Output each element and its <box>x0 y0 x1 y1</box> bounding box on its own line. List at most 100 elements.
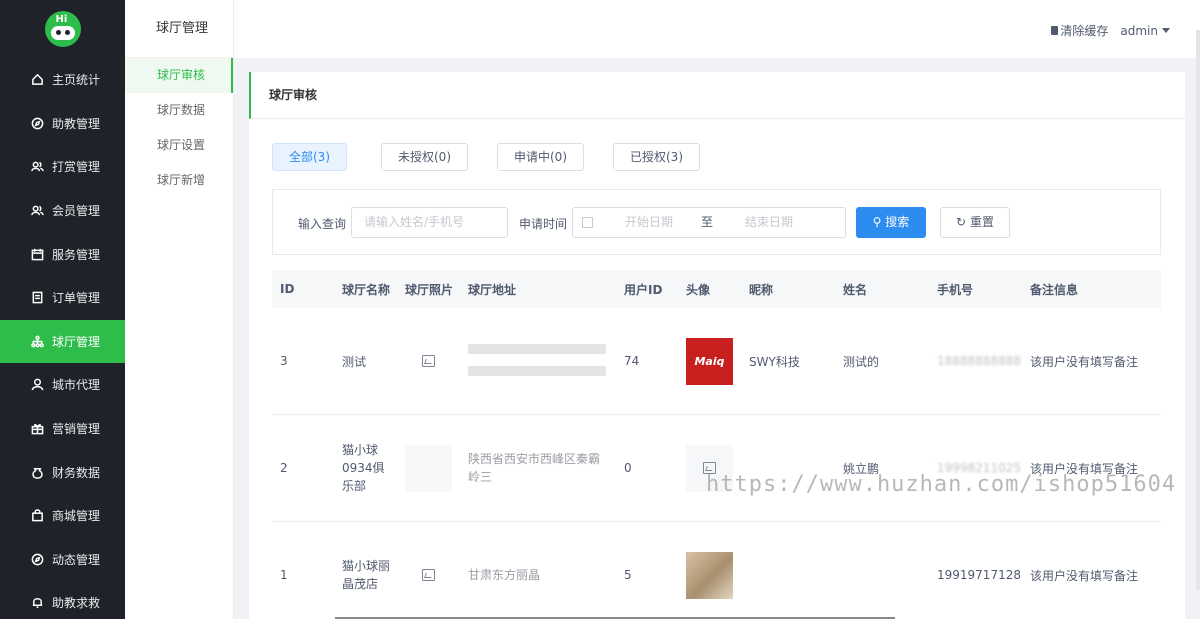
refresh-icon: ↻ <box>956 215 967 229</box>
username: admin <box>1120 23 1158 38</box>
tab-authorized[interactable]: 已授权(3) <box>613 143 700 171</box>
cell-remark: 该用户没有填写备注 <box>1030 568 1139 583</box>
table-header: ID 球厅名称 球厅照片 球厅地址 用户ID 头像 昵称 姓名 手机号 备注信息 <box>272 270 1161 308</box>
app-logo[interactable]: Hi <box>0 0 125 58</box>
table-row[interactable]: 1 猫小球丽晶茂店 甘肃东方丽晶 5 19919717128 该用户没有填写备注 <box>272 522 1161 619</box>
sidebar-item[interactable]: 打赏管理 <box>0 145 125 189</box>
date-range-picker[interactable]: 开始日期 至 结束日期 <box>572 207 846 238</box>
cell-address-blurred <box>468 344 606 376</box>
sidebar-item-label: 打赏管理 <box>52 160 101 175</box>
clear-cache-button[interactable]: 清除缓存 <box>1051 22 1108 39</box>
compass-icon <box>30 552 44 566</box>
sidebar-item-label: 会员管理 <box>52 204 101 219</box>
sidebar-item[interactable]: 主页统计 <box>0 58 125 102</box>
sidebar-item-label: 主页统计 <box>52 73 101 88</box>
users-icon <box>30 160 44 174</box>
tab-unauthorized[interactable]: 未授权(0) <box>381 143 468 171</box>
col-remark: 备注信息 <box>1030 282 1079 297</box>
sidebar-item[interactable]: 助教求救 <box>0 581 125 619</box>
sidebar-item[interactable]: 助教管理 <box>0 102 125 146</box>
cell-user-id: 0 <box>624 461 632 475</box>
subnav-item[interactable]: 球厅新增 <box>125 163 233 198</box>
compass-icon <box>30 116 44 130</box>
reset-button-label: 重置 <box>969 215 994 229</box>
sidebar-item[interactable]: 动态管理 <box>0 538 125 582</box>
sidebar-item-label: 商城管理 <box>52 509 101 524</box>
sidebar-item[interactable]: 营销管理 <box>0 407 125 451</box>
hall-table: ID 球厅名称 球厅照片 球厅地址 用户ID 头像 昵称 姓名 手机号 备注信息… <box>272 270 1161 619</box>
sidebar-item-label: 订单管理 <box>52 291 101 306</box>
start-date-placeholder: 开始日期 <box>625 215 674 229</box>
cell-phone: 18888888888 <box>937 354 1021 368</box>
sidebar-item-label: 助教管理 <box>52 116 101 131</box>
sidebar-item[interactable]: 球厅管理 <box>0 319 125 364</box>
filter-panel: 输入查询 请输入姓名/手机号 申请时间 开始日期 至 结束日期 ⚲ 搜索 ↻ 重… <box>272 189 1161 255</box>
cell-phone: 19919717128 <box>937 568 1021 582</box>
sidebar-item[interactable]: 城市代理 <box>0 363 125 407</box>
search-button-label: 搜索 <box>885 215 910 229</box>
avatar <box>686 551 733 599</box>
table-row[interactable]: 2 猫小球0934俱乐部 陕西省西安市西峰区秦霸岭三 0 姚立鹏 1999821… <box>272 415 1161 522</box>
subnav-title: 球厅管理 <box>125 0 233 58</box>
sidebar-item[interactable]: 商城管理 <box>0 494 125 538</box>
sidebar-item-label: 服务管理 <box>52 247 101 262</box>
tab-all[interactable]: 全部(3) <box>272 143 347 171</box>
time-label: 申请时间 <box>519 217 568 231</box>
subnav-item[interactable]: 球厅数据 <box>125 93 233 128</box>
subnav-item[interactable]: 球厅设置 <box>125 128 233 163</box>
col-avatar: 头像 <box>686 282 711 297</box>
subnav-item[interactable]: 球厅审核 <box>125 58 233 93</box>
moneybag-icon <box>30 465 44 479</box>
tab-applying[interactable]: 申请中(0) <box>497 143 584 171</box>
sidebar-item-label: 城市代理 <box>52 378 101 393</box>
col-user-id: 用户ID <box>624 282 663 297</box>
col-id: ID <box>280 282 295 296</box>
cell-realname: 测试的 <box>843 354 880 369</box>
subnav-list: 球厅审核 球厅数据 球厅设置 球厅新增 <box>125 58 233 198</box>
cell-user-id: 5 <box>624 568 632 582</box>
person-icon <box>30 378 44 392</box>
search-placeholder: 请输入姓名/手机号 <box>364 215 465 229</box>
cell-nickname: SWY科技 <box>749 354 800 369</box>
sub-sidebar: 球厅管理 球厅审核 球厅数据 球厅设置 球厅新增 <box>125 0 234 619</box>
caret-down-icon <box>1162 28 1170 33</box>
bag-icon <box>30 509 44 523</box>
col-name: 球厅名称 <box>342 282 391 297</box>
page-scrollbar[interactable] <box>1196 30 1200 590</box>
cell-address: 甘肃东方丽晶 <box>468 568 541 582</box>
search-button[interactable]: ⚲ 搜索 <box>856 207 926 238</box>
sidebar-item[interactable]: 服务管理 <box>0 232 125 276</box>
sidebar-item-label: 球厅管理 <box>52 334 101 349</box>
sidebar-item-label: 财务数据 <box>52 465 101 480</box>
sidebar-item[interactable]: 财务数据 <box>0 450 125 494</box>
sitemap-icon <box>30 334 44 348</box>
hall-photo <box>405 445 452 492</box>
sidebar-item-label: 助教求救 <box>52 596 101 611</box>
sidebar-item[interactable]: 订单管理 <box>0 276 125 320</box>
cell-name: 测试 <box>342 354 367 369</box>
home-icon <box>30 73 44 87</box>
card-title: 球厅审核 <box>249 72 1185 119</box>
date-separator: 至 <box>701 215 714 229</box>
logo-icon: Hi <box>44 11 81 47</box>
search-input[interactable]: 请输入姓名/手机号 <box>351 207 508 238</box>
table-row[interactable]: 3 测试 74 Maiq SWY科技 测试的 18888888888 该用户没有… <box>272 308 1161 415</box>
calendar-icon <box>30 247 44 261</box>
users-icon <box>30 204 44 218</box>
col-realname: 姓名 <box>843 282 868 297</box>
pin-icon <box>1051 26 1059 35</box>
col-photo: 球厅照片 <box>405 282 454 297</box>
cell-remark: 该用户没有填写备注 <box>1030 354 1139 369</box>
cell-address: 陕西省西安市西峰区秦霸岭三 <box>468 452 601 484</box>
cell-id: 1 <box>280 568 288 582</box>
query-label: 输入查询 <box>298 217 347 231</box>
content-card: 球厅审核 全部(3) 未授权(0) 申请中(0) 已授权(3) 输入查询 请输入… <box>249 72 1185 619</box>
reset-button[interactable]: ↻ 重置 <box>940 207 1010 238</box>
cell-name: 猫小球丽晶茂店 <box>342 559 391 591</box>
user-menu[interactable]: admin <box>1120 24 1170 38</box>
cell-id: 3 <box>280 354 288 368</box>
clear-cache-label: 清除缓存 <box>1060 24 1109 38</box>
sidebar-item[interactable]: 会员管理 <box>0 189 125 233</box>
col-phone: 手机号 <box>937 282 974 297</box>
cell-name: 猫小球0934俱乐部 <box>342 443 385 493</box>
